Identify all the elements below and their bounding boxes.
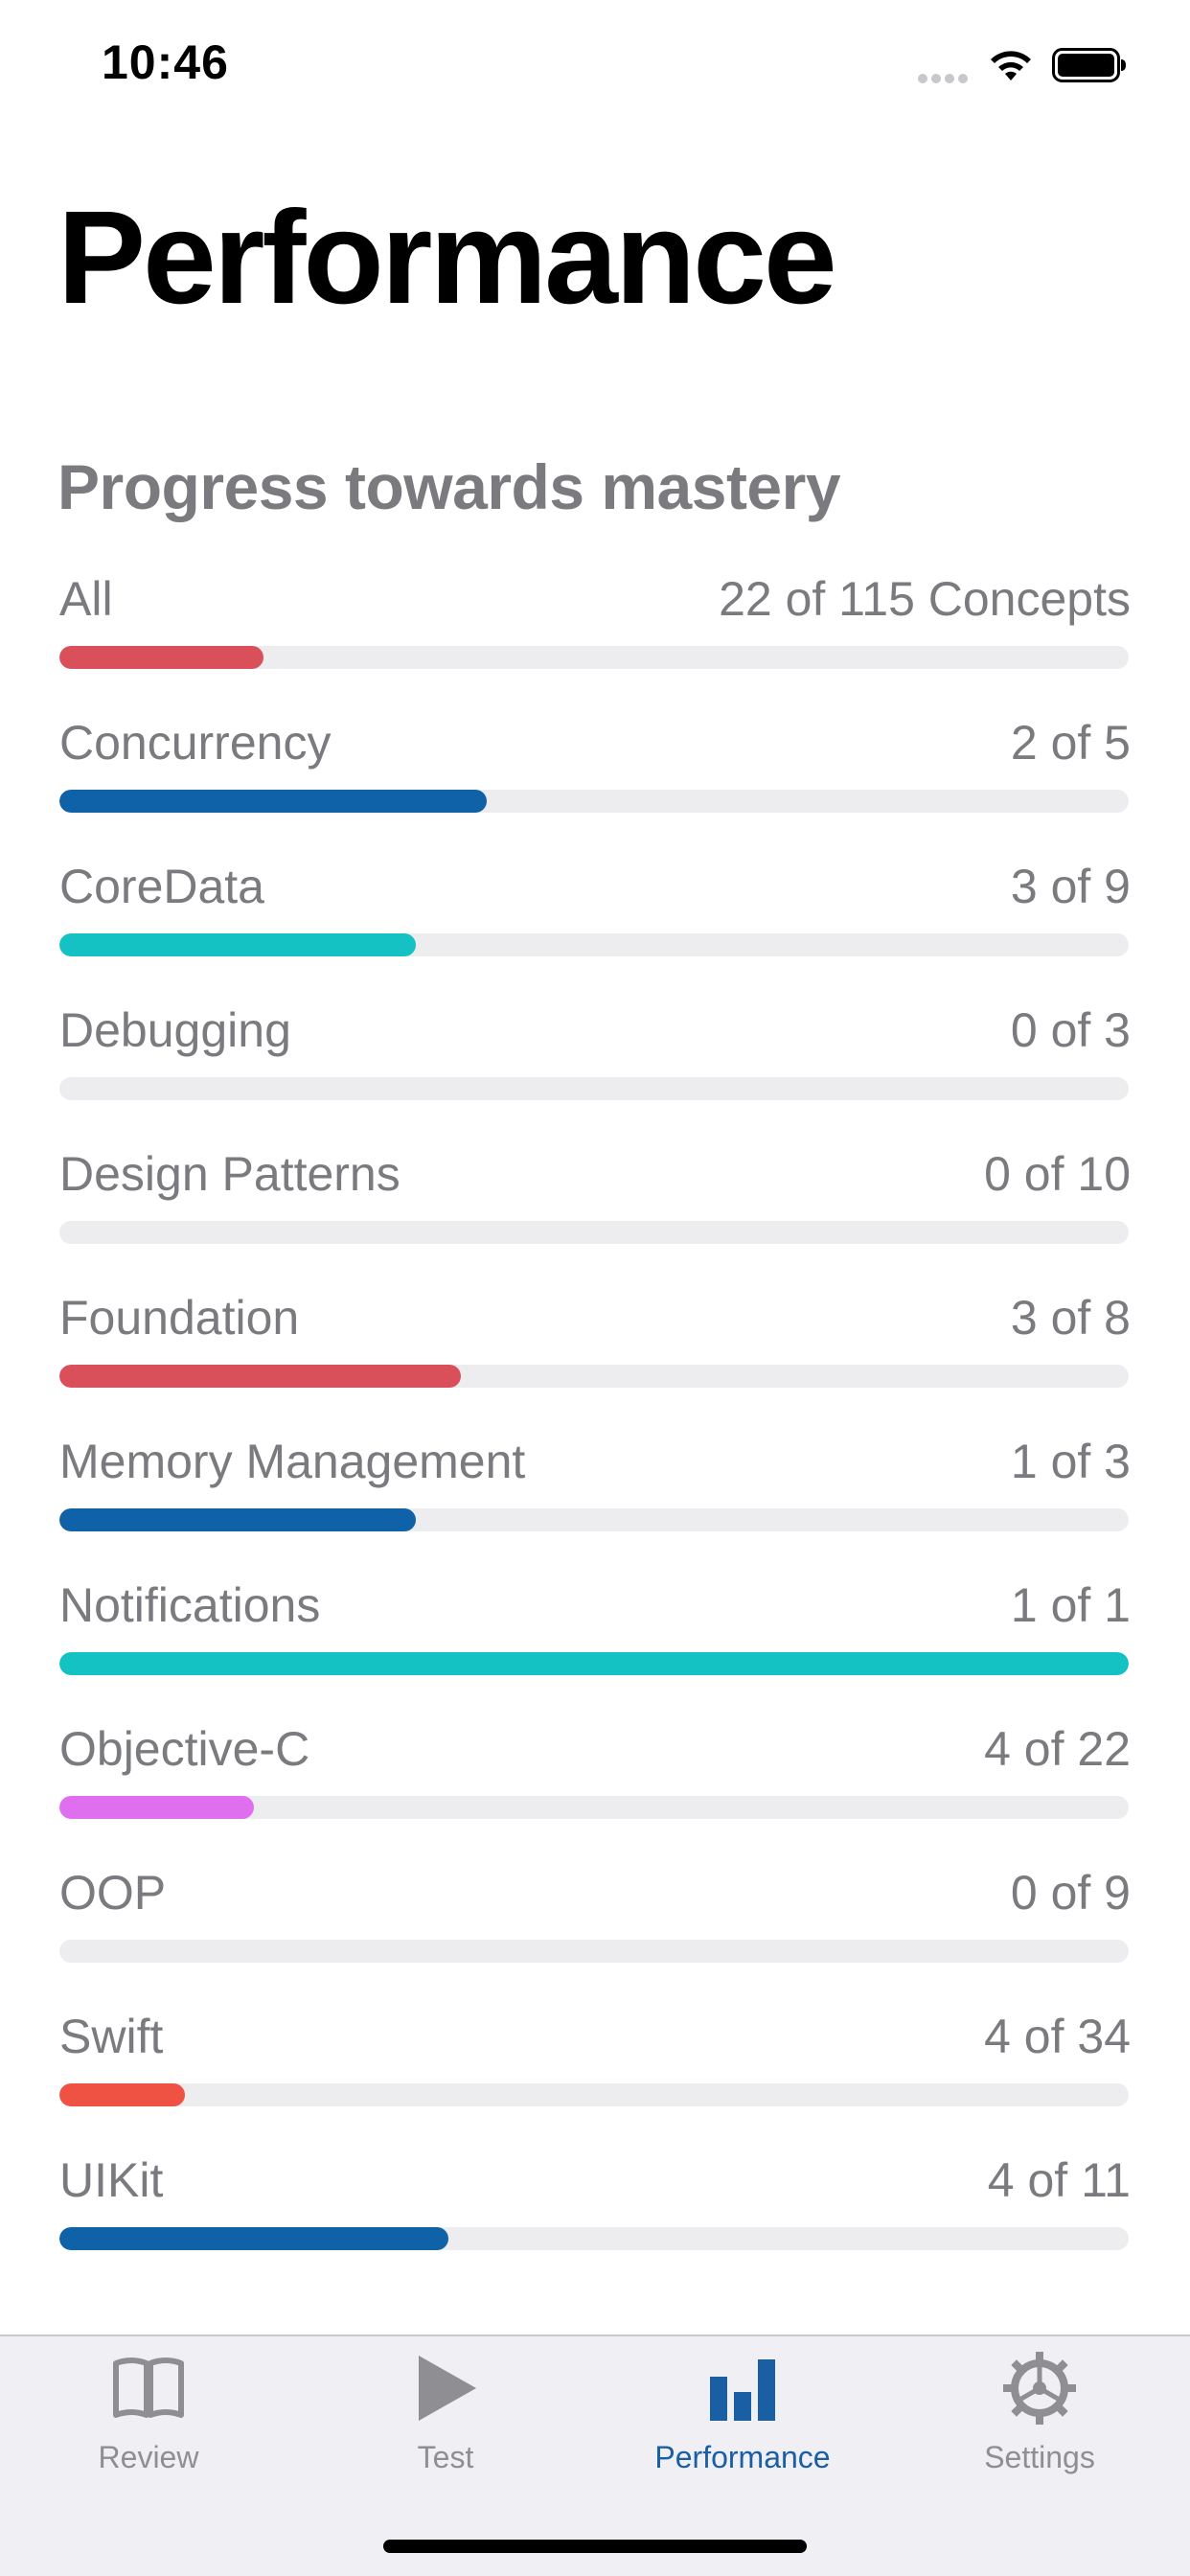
progress-track (59, 1508, 1129, 1531)
wifi-icon (991, 51, 1031, 80)
progress-fill (59, 790, 488, 813)
progress-track (59, 646, 1129, 669)
progress-fill (59, 1796, 254, 1819)
progress-label: Notifications (59, 1578, 321, 1632)
progress-label: All (59, 572, 113, 626)
progress-row: Debugging 0 of 3 (57, 987, 1131, 1131)
book-icon (113, 2358, 184, 2418)
progress-count: 4 of 11 (987, 2153, 1131, 2207)
section-title: Progress towards mastery (57, 451, 841, 522)
progress-count: 22 of 115 Concepts (719, 572, 1131, 626)
progress-count: 0 of 9 (1010, 1866, 1131, 1920)
progress-label: CoreData (59, 860, 264, 913)
status-time: 10:46 (102, 35, 229, 89)
tab-label: Test (417, 2440, 474, 2474)
progress-track (59, 2227, 1129, 2250)
progress-list: All 22 of 115 Concepts Concurrency 2 of 5 Co… (57, 556, 1131, 2281)
progress-track (59, 790, 1129, 813)
status-bar: 10:46 (0, 0, 1190, 126)
tab-test[interactable]: Test (297, 2350, 594, 2513)
progress-track (59, 1221, 1129, 1244)
progress-fill (59, 2227, 448, 2250)
progress-fill (59, 1365, 461, 1388)
progress-label: Foundation (59, 1291, 300, 1345)
tab-review[interactable]: Review (0, 2350, 297, 2513)
progress-count: 1 of 3 (1010, 1435, 1131, 1488)
progress-label: Objective-C (59, 1722, 310, 1776)
page-title: Performance (57, 184, 837, 332)
progress-track (59, 1940, 1129, 1963)
progress-row: Design Patterns 0 of 10 (57, 1131, 1131, 1275)
progress-row: Foundation 3 of 8 (57, 1275, 1131, 1418)
progress-count: 1 of 1 (1010, 1578, 1131, 1632)
progress-fill (59, 2083, 186, 2106)
progress-fill (59, 1652, 1129, 1675)
tab-label: Performance (654, 2440, 831, 2474)
tab-settings[interactable]: Settings (891, 2350, 1188, 2513)
gear-icon (1003, 2352, 1076, 2425)
progress-row: All 22 of 115 Concepts (57, 556, 1131, 700)
progress-label: UIKit (59, 2153, 164, 2207)
progress-count: 0 of 10 (984, 1147, 1131, 1201)
progress-label: OOP (59, 1866, 167, 1920)
progress-fill (59, 646, 264, 669)
progress-track (59, 2083, 1129, 2106)
progress-track (59, 1652, 1129, 1675)
tab-label: Settings (984, 2440, 1095, 2474)
progress-count: 3 of 9 (1010, 860, 1131, 913)
progress-row: Memory Management 1 of 3 (57, 1418, 1131, 1562)
tab-performance[interactable]: Performance (594, 2350, 891, 2513)
progress-label: Memory Management (59, 1435, 526, 1488)
progress-count: 4 of 34 (984, 2010, 1131, 2063)
tab-label: Review (98, 2440, 199, 2474)
progress-label: Debugging (59, 1003, 291, 1057)
progress-label: Swift (59, 2010, 164, 2063)
progress-count: 0 of 3 (1010, 1003, 1131, 1057)
progress-fill (59, 933, 416, 956)
progress-row: Notifications 1 of 1 (57, 1562, 1131, 1706)
progress-label: Design Patterns (59, 1147, 400, 1201)
progress-row: CoreData 3 of 9 (57, 843, 1131, 987)
progress-track (59, 1365, 1129, 1388)
progress-row: Swift 4 of 34 (57, 1993, 1131, 2137)
progress-fill (59, 1508, 416, 1531)
progress-count: 2 of 5 (1010, 716, 1131, 770)
bar-chart-icon (710, 2359, 775, 2421)
battery-icon (1052, 48, 1126, 82)
progress-track (59, 1796, 1129, 1819)
progress-label: Concurrency (59, 716, 332, 770)
progress-row: UIKit 4 of 11 (57, 2137, 1131, 2281)
progress-count: 4 of 22 (984, 1722, 1131, 1776)
progress-track (59, 933, 1129, 956)
home-indicator (383, 2540, 807, 2553)
progress-row: Concurrency 2 of 5 (57, 700, 1131, 843)
progress-row: Objective-C 4 of 22 (57, 1706, 1131, 1850)
progress-count: 3 of 8 (1010, 1291, 1131, 1345)
progress-track (59, 1077, 1129, 1100)
cellular-signal-icon (918, 71, 975, 83)
play-icon (419, 2356, 476, 2421)
progress-row: OOP 0 of 9 (57, 1850, 1131, 1993)
